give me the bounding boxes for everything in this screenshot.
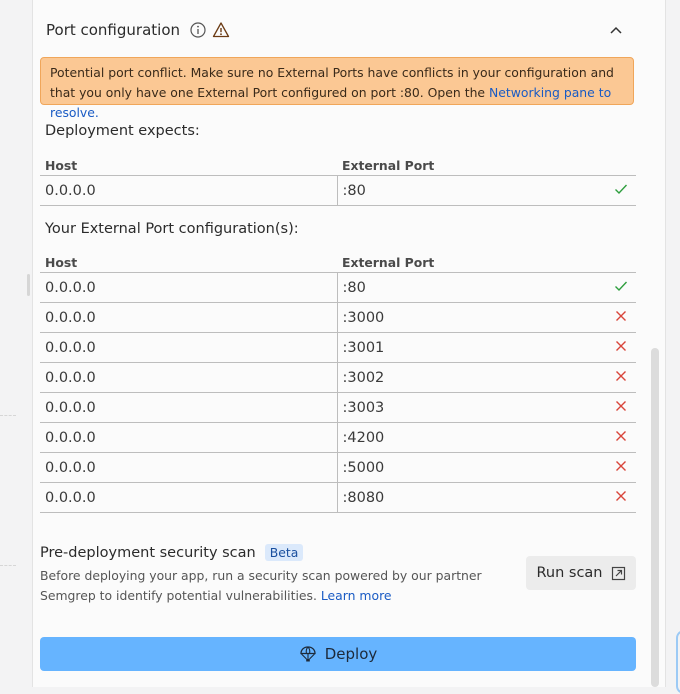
host-cell: 0.0.0.0: [40, 452, 337, 483]
port-row: 0.0.0.0:3000: [40, 302, 636, 333]
status-cell: [605, 392, 636, 423]
scan-description-text: Before deploying your app, run a securit…: [40, 568, 482, 603]
port-row: 0.0.0.0:4200: [40, 422, 636, 453]
external-port-cell: :8080: [336, 482, 606, 513]
port-row: 0.0.0.0:3003: [40, 392, 636, 423]
status-cell: [605, 175, 636, 206]
port-row: 0.0.0.0:5000: [40, 452, 636, 483]
error-x-icon: [615, 400, 626, 411]
status-cell: [605, 482, 636, 513]
error-x-icon: [615, 340, 626, 351]
host-cell: 0.0.0.0: [40, 332, 337, 363]
external-link-icon: [611, 566, 625, 580]
run-scan-button[interactable]: Run scan: [526, 556, 636, 590]
security-scan-title: Pre-deployment security scan: [40, 544, 256, 561]
deployment-expects-label: Deployment expects:: [45, 123, 200, 139]
check-icon: [614, 184, 627, 194]
warning-triangle-icon: [212, 21, 230, 39]
section-title: Port configuration: [46, 21, 181, 39]
port-configuration-header: Port configuration: [46, 18, 230, 42]
external-port-cell: :80: [336, 175, 606, 206]
status-cell: [605, 422, 636, 453]
external-port-cell: :80: [336, 272, 606, 303]
deploy-label: Deploy: [324, 645, 378, 663]
host-cell: 0.0.0.0: [40, 302, 337, 333]
external-port-column-header: External Port: [337, 152, 636, 176]
beta-badge: Beta: [264, 544, 304, 561]
status-cell: [605, 302, 636, 333]
error-x-icon: [615, 460, 626, 471]
configured-ports-table: Host External Port 0.0.0.0:80 0.0.0.0:300…: [40, 249, 636, 513]
port-conflict-alert: Potential port conflict. Make sure no Ex…: [40, 57, 634, 120]
external-port-cell: :3003: [336, 392, 606, 423]
status-cell: [605, 452, 636, 483]
learn-more-link[interactable]: Learn more: [321, 588, 392, 603]
background-divider: [0, 415, 16, 416]
check-icon: [614, 281, 627, 291]
port-row: 0.0.0.0:8080: [40, 482, 636, 513]
port-row: 0.0.0.0:3002: [40, 362, 636, 393]
security-scan-section: Pre-deployment security scan Beta: [40, 544, 304, 561]
background-divider: [0, 565, 16, 566]
external-port-cell: :4200: [336, 422, 606, 453]
external-port-cell: :3002: [336, 362, 606, 393]
collapse-button[interactable]: [606, 20, 626, 40]
error-x-icon: [615, 430, 626, 441]
host-cell: 0.0.0.0: [40, 175, 337, 206]
host-column-header: Host: [40, 249, 337, 273]
host-cell: 0.0.0.0: [40, 482, 337, 513]
external-port-cell: :5000: [336, 452, 606, 483]
port-row: 0.0.0.0:3001: [40, 332, 636, 363]
host-cell: 0.0.0.0: [40, 272, 337, 303]
chevron-up-icon: [610, 26, 622, 34]
port-row: 0.0.0.0:80: [40, 175, 636, 206]
status-cell: [605, 272, 636, 303]
deploy-button[interactable]: Deploy: [40, 637, 636, 671]
host-cell: 0.0.0.0: [40, 362, 337, 393]
scrollbar-thumb[interactable]: [651, 348, 659, 687]
error-x-icon: [615, 370, 626, 381]
info-circle-icon[interactable]: [190, 22, 206, 38]
host-cell: 0.0.0.0: [40, 392, 337, 423]
error-x-icon: [615, 310, 626, 321]
expected-ports-table: Host External Port 0.0.0.0:80: [40, 152, 636, 206]
external-port-configurations-label: Your External Port configuration(s):: [45, 221, 299, 237]
external-port-cell: :3000: [336, 302, 606, 333]
run-scan-label: Run scan: [536, 565, 603, 581]
status-cell: [605, 332, 636, 363]
external-port-cell: :3001: [336, 332, 606, 363]
host-cell: 0.0.0.0: [40, 422, 337, 453]
host-column-header: Host: [40, 152, 337, 176]
security-scan-description: Before deploying your app, run a securit…: [40, 566, 510, 606]
error-x-icon: [615, 490, 626, 501]
port-row: 0.0.0.0:80: [40, 272, 636, 303]
external-port-column-header: External Port: [337, 249, 636, 273]
resize-handle-left[interactable]: [27, 274, 30, 296]
adjacent-panel-edge: [676, 630, 680, 694]
deploy-icon: [300, 646, 316, 662]
status-cell: [605, 362, 636, 393]
